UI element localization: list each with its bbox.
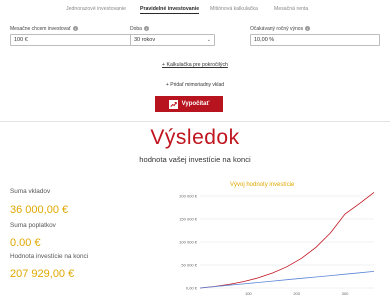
trend-up-icon (168, 99, 178, 109)
end-value: 207 929,00 € (10, 268, 75, 280)
tab-rent[interactable]: Mesačná renta (274, 6, 308, 12)
calculate-label: Vypočítať (181, 101, 210, 107)
yield-value: 10,00 % (254, 37, 275, 43)
yield-label: Očakávaný ročný výnos (250, 25, 304, 32)
tab-regular[interactable]: Pravidelné investovanie (140, 6, 200, 14)
monthly-field: Mesačne chcem investovať i 100 € (10, 25, 140, 46)
series-line (199, 271, 375, 289)
monthly-input[interactable]: 100 € (10, 34, 140, 46)
fees-label: Suma poplatkov (10, 222, 56, 229)
result-subtitle: hodnota vašej investície na konci (139, 155, 251, 164)
x-tick-label: 100 (245, 291, 252, 296)
monthly-value: 100 € (14, 37, 28, 43)
yield-field: Očakávaný ročný výnos i 10,00 % (250, 25, 380, 46)
info-icon[interactable]: i (305, 26, 311, 31)
end-value-label: Hodnota investície na konci (10, 253, 89, 260)
x-tick-label: 300 (342, 291, 349, 296)
y-tick-label: 150 000 € (179, 217, 198, 222)
y-tick-label: 0,00 € (186, 286, 198, 291)
calculate-button[interactable]: Vypočítať (155, 96, 223, 112)
advanced-calculator-link[interactable]: + Kalkulačka pre pokročilých (0, 62, 390, 68)
tab-bar: Jednorazové investovanie Pravidelné inve… (0, 6, 390, 18)
chevron-down-icon: ⌄ (206, 37, 211, 43)
x-tick-label: 200 (293, 291, 300, 296)
deposits-label: Suma vkladov (10, 188, 51, 195)
period-field: Doba i 30 rokov ⌄ (130, 25, 215, 46)
y-tick-label: 50 000 € (181, 263, 197, 268)
period-label: Doba (130, 25, 142, 32)
fees-value: 0.00 € (10, 237, 41, 249)
y-tick-label: 100 000 € (179, 240, 198, 245)
y-tick-label: 200 000 € (179, 194, 198, 199)
yield-input[interactable]: 10,00 % (250, 34, 380, 46)
info-icon[interactable]: i (72, 26, 78, 31)
info-icon[interactable]: i (143, 26, 149, 31)
result-title: Výsledok (150, 126, 240, 149)
divider (0, 121, 390, 122)
monthly-label: Mesačne chcem investovať (10, 25, 71, 32)
tab-one-time[interactable]: Jednorazové investovanie (66, 6, 126, 12)
tab-million[interactable]: Mitiónová kalkulačka (210, 6, 258, 12)
period-select[interactable]: 30 rokov ⌄ (130, 34, 215, 46)
add-deposit-link[interactable]: + Pridať mimoriadny vklad (0, 82, 390, 88)
period-value: 30 rokov (134, 37, 156, 43)
deposits-value: 36 000,00 € (10, 204, 69, 216)
investment-chart: 0,00 € 50 000 € 100 000 € 150 000 € 200 000 … (179, 192, 375, 296)
